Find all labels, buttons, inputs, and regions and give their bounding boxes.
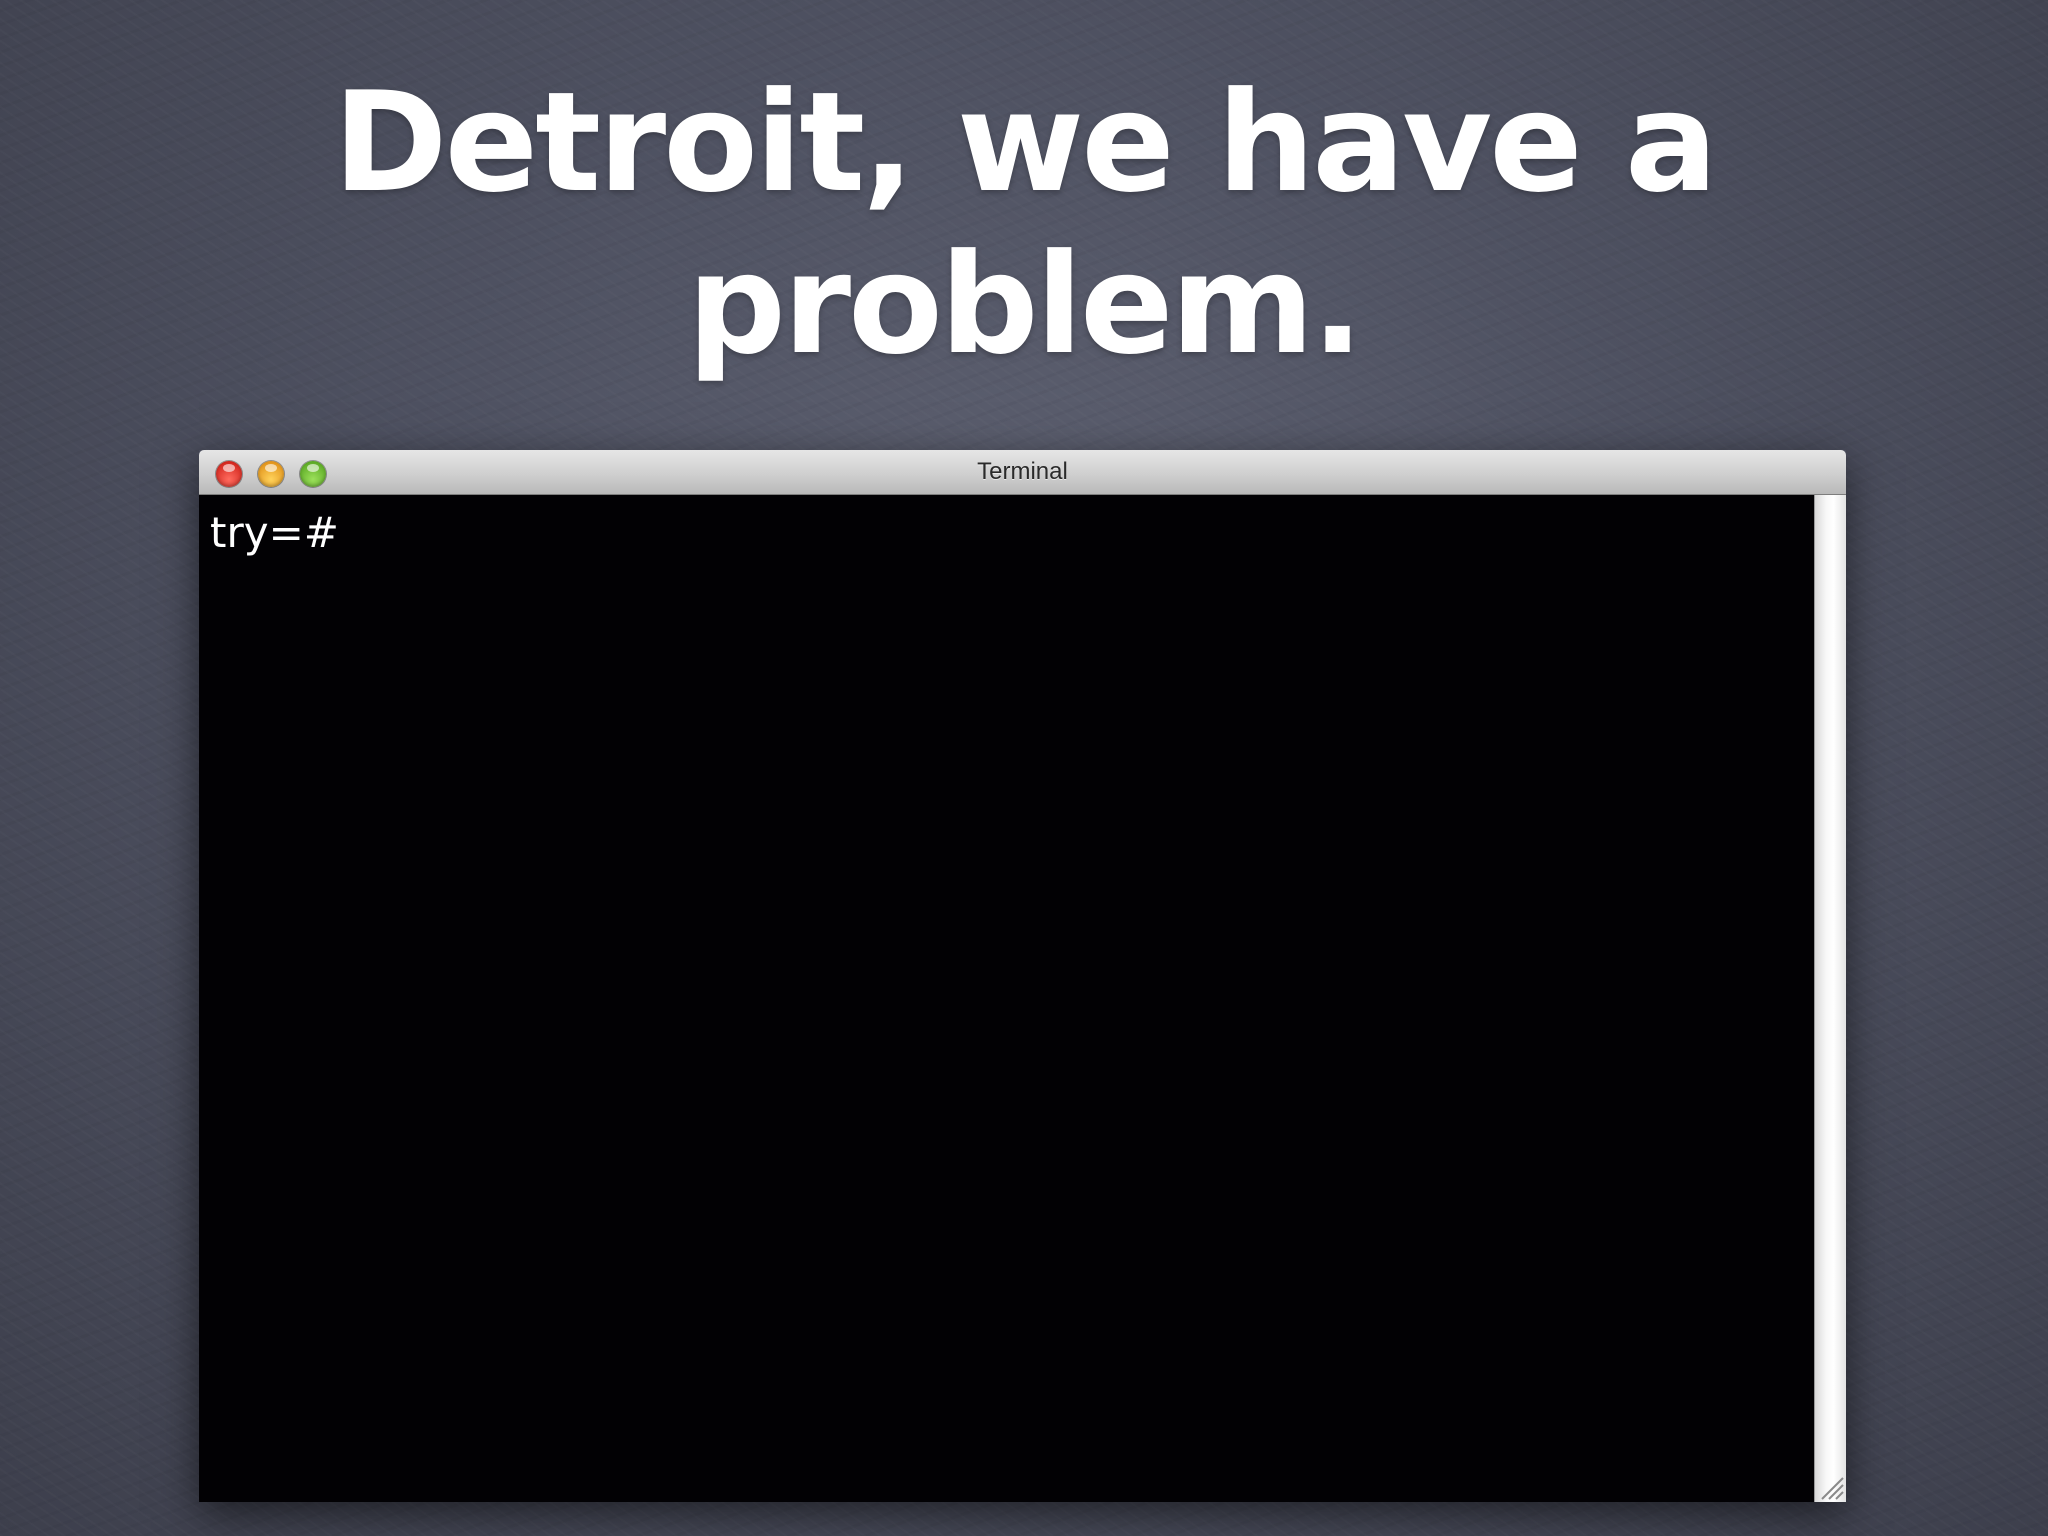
slide-title-line-1: Detroit, we have a: [333, 62, 1718, 223]
terminal-prompt: try=#: [210, 508, 339, 557]
terminal-output[interactable]: try=#: [199, 495, 1814, 1502]
window-titlebar[interactable]: Terminal: [199, 450, 1846, 495]
slide-title: Detroit, we have a problem.: [0, 62, 2048, 386]
slide-title-line-2: problem.: [687, 224, 1364, 385]
resize-grip-icon[interactable]: [1816, 1472, 1844, 1500]
vertical-scrollbar[interactable]: [1814, 495, 1846, 1502]
terminal-window: Terminal try=#: [199, 450, 1846, 1502]
window-title: Terminal: [977, 458, 1068, 485]
